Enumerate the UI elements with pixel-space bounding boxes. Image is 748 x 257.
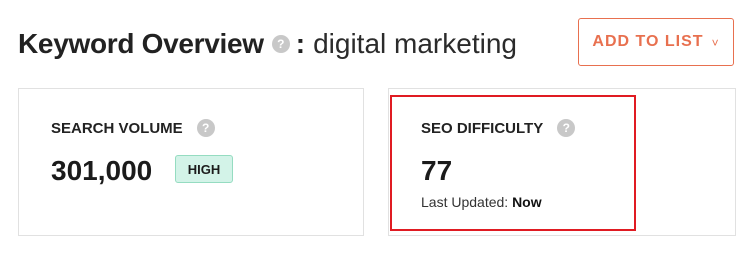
search-volume-heading: SEARCH VOLUME ? [51, 119, 215, 137]
page-title: Keyword Overview ? : digital marketing [18, 24, 517, 64]
search-volume-label: SEARCH VOLUME [51, 119, 183, 137]
seo-difficulty-card: SEO DIFFICULTY ? 77 Last Updated: Now [388, 88, 736, 236]
search-volume-value: 301,000 [51, 155, 153, 186]
volume-level-badge: HIGH [175, 155, 233, 183]
keyword-text: digital marketing [313, 28, 517, 59]
help-icon[interactable]: ? [271, 35, 290, 53]
seo-difficulty-value: 77 [421, 155, 453, 186]
search-volume-card: SEARCH VOLUME ? 301,000 HIGH [18, 88, 364, 236]
last-updated-prefix: Last Updated: [421, 194, 513, 210]
last-updated-text: Last Updated: Now [421, 194, 542, 210]
seo-difficulty-heading: SEO DIFFICULTY ? [421, 119, 576, 137]
title-separator: : [295, 28, 306, 59]
add-to-list-label: ADD TO LIST [592, 33, 704, 50]
chevron-down-icon: ˅ [711, 35, 720, 50]
help-icon[interactable]: ? [557, 119, 576, 137]
add-to-list-button[interactable]: ADD TO LIST ˅ [578, 18, 734, 66]
page-title-text: Keyword Overview [18, 28, 264, 59]
seo-difficulty-label: SEO DIFFICULTY [421, 119, 544, 137]
help-icon[interactable]: ? [196, 119, 215, 137]
last-updated-value: Now [512, 194, 542, 210]
